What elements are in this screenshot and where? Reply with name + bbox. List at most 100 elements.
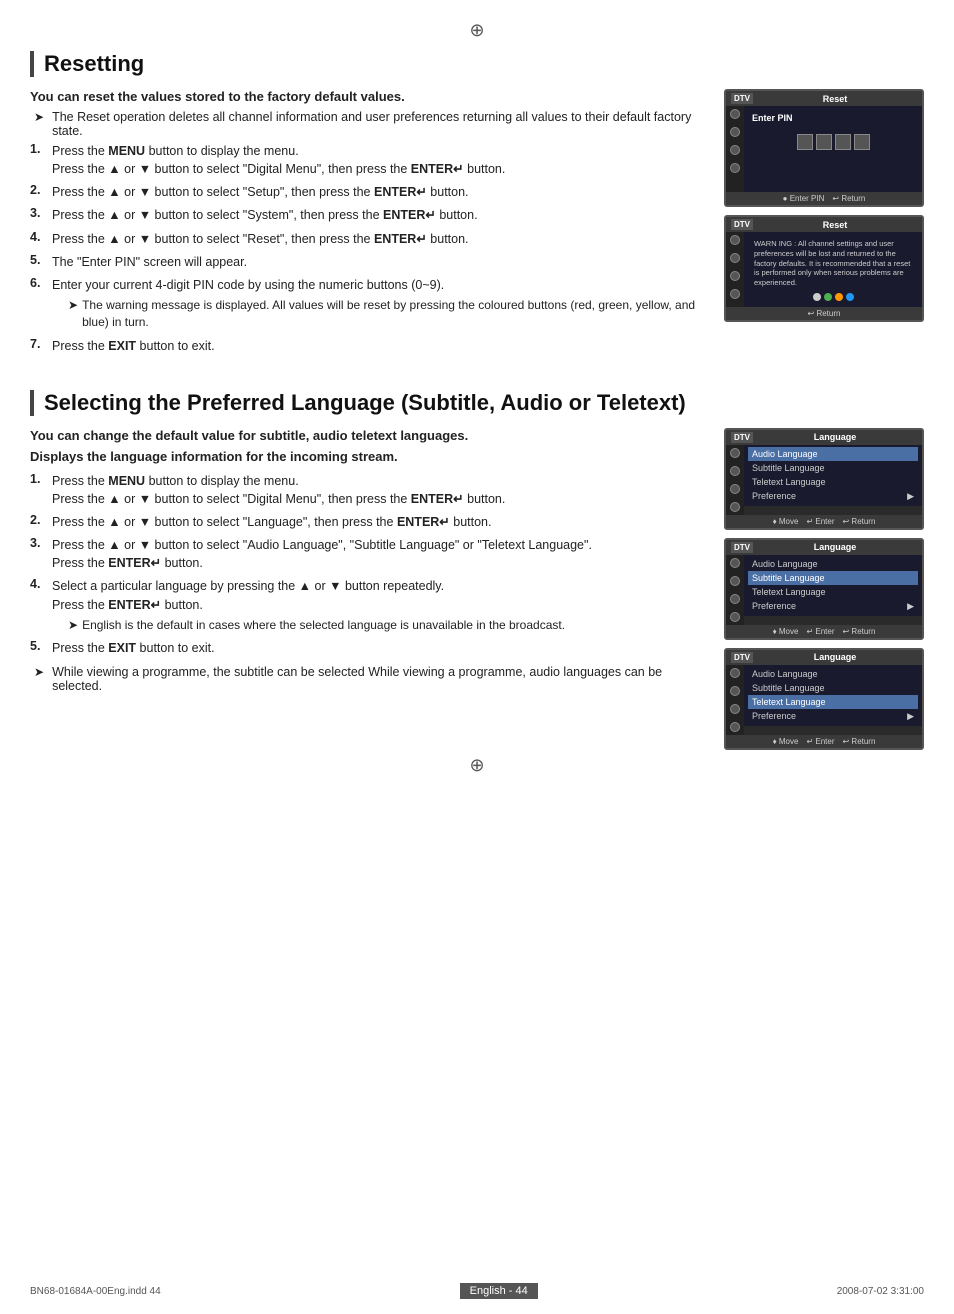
subtitle-lang-label-3: Subtitle Language bbox=[752, 683, 825, 693]
color-btn-green bbox=[824, 293, 832, 301]
arrow-icon-lang4: ➤ bbox=[68, 617, 78, 634]
teletext-lang-label-2: Teletext Language bbox=[752, 587, 826, 597]
lang-screen2-footer: ♦ Move ↵ Enter ↩ Return bbox=[726, 625, 922, 638]
reset-screen2-title: Reset bbox=[753, 220, 917, 230]
lang-screen1-footer: ♦ Move ↵ Enter ↩ Return bbox=[726, 515, 922, 528]
icon-dot-l4 bbox=[730, 502, 740, 512]
icon-dot-7 bbox=[730, 271, 740, 281]
icon-dot-l3 bbox=[730, 484, 740, 494]
language-title: Selecting the Preferred Language (Subtit… bbox=[44, 390, 924, 416]
footer-move-1: ♦ Move bbox=[773, 517, 799, 526]
footer-return-1: ↩ Return bbox=[832, 194, 865, 203]
pref-arrow-3: ▶ bbox=[907, 711, 914, 722]
lang-step-3-text: Press the ▲ or ▼ button to select "Audio… bbox=[52, 536, 704, 572]
icon-dot-6 bbox=[730, 253, 740, 263]
resetting-text-col: You can reset the values stored to the f… bbox=[30, 89, 704, 360]
lang-menu-teletext-3: Teletext Language bbox=[748, 695, 918, 709]
teletext-lang-label-1: Teletext Language bbox=[752, 477, 826, 487]
lang-step-5: 5. Press the EXIT button to exit. bbox=[30, 639, 704, 657]
lang-screen3-title: Language bbox=[753, 652, 917, 662]
color-btn-orange bbox=[835, 293, 843, 301]
icon-dot-l6 bbox=[730, 576, 740, 586]
enter-pin-label: Enter PIN bbox=[750, 110, 916, 126]
lang-screen1-icons bbox=[726, 445, 744, 515]
lang-menu-pref-3: Preference ▶ bbox=[748, 709, 918, 724]
icon-dot-3 bbox=[730, 145, 740, 155]
subtitle-lang-label-2: Subtitle Language bbox=[752, 573, 825, 583]
page-footer: BN68-01684A-00Eng.indd 44 English - 44 2… bbox=[0, 1283, 954, 1299]
lang-menu-audio-3: Audio Language bbox=[748, 667, 918, 681]
reset-screen1-body: Enter PIN bbox=[726, 106, 922, 192]
teletext-lang-label-3: Teletext Language bbox=[752, 697, 826, 707]
step-6-text: Enter your current 4-digit PIN code by u… bbox=[52, 276, 704, 332]
reset-screen1-footer: ● Enter PIN ↩ Return bbox=[726, 192, 922, 205]
audio-lang-label-3: Audio Language bbox=[752, 669, 818, 679]
audio-lang-label-2: Audio Language bbox=[752, 559, 818, 569]
lang-step-2: 2. Press the ▲ or ▼ button to select "La… bbox=[30, 513, 704, 531]
subtitle-lang-label-1: Subtitle Language bbox=[752, 463, 825, 473]
arrow-icon-lang1: ➤ bbox=[34, 665, 44, 693]
lang-menu-subtitle-1: Subtitle Language bbox=[748, 461, 918, 475]
icon-dot-2 bbox=[730, 127, 740, 137]
reset-screen1-content: Enter PIN bbox=[744, 106, 922, 192]
lang-note1: ➤ While viewing a programme, the subtitl… bbox=[30, 665, 704, 693]
language-text-col: You can change the default value for sub… bbox=[30, 428, 704, 750]
step-2: 2. Press the ▲ or ▼ button to select "Se… bbox=[30, 183, 704, 201]
lang-screen2-title: Language bbox=[753, 542, 917, 552]
step-7-text: Press the EXIT button to exit. bbox=[52, 337, 704, 355]
reset-screen2-header: DTV Reset bbox=[726, 217, 922, 232]
step-5: 5. The "Enter PIN" screen will appear. bbox=[30, 253, 704, 271]
lang-screen3-content: Audio Language Subtitle Language Teletex… bbox=[744, 665, 922, 726]
resetting-title: Resetting bbox=[44, 51, 924, 77]
lang-step-1-text: Press the MENU button to display the men… bbox=[52, 472, 704, 508]
resetting-note1-text: The Reset operation deletes all channel … bbox=[52, 110, 704, 138]
arrow-icon-6: ➤ bbox=[68, 297, 78, 332]
lang-screen1-title: Language bbox=[753, 432, 917, 442]
step-6: 6. Enter your current 4-digit PIN code b… bbox=[30, 276, 704, 332]
step-1-num: 1. bbox=[30, 142, 46, 156]
color-btn-blue bbox=[846, 293, 854, 301]
icon-dot-1 bbox=[730, 109, 740, 119]
pin-box-2 bbox=[816, 134, 832, 150]
lang-step-4-text: Select a particular language by pressing… bbox=[52, 577, 704, 634]
footer-ret-1: ↩ Return bbox=[842, 517, 875, 526]
resetting-steps: 1. Press the MENU button to display the … bbox=[30, 142, 704, 355]
reset-screen-1: DTV Reset Enter PIN bbox=[724, 89, 924, 207]
lang-screen3-footer: ♦ Move ↵ Enter ↩ Return bbox=[726, 735, 922, 748]
arrow-icon-1: ➤ bbox=[34, 110, 44, 138]
lang-screen2-icons bbox=[726, 555, 744, 625]
lang-menu-subtitle-3: Subtitle Language bbox=[748, 681, 918, 695]
step-4: 4. Press the ▲ or ▼ button to select "Re… bbox=[30, 230, 704, 248]
footer-enter-1: ↵ Enter bbox=[806, 517, 834, 526]
icon-dot-l1 bbox=[730, 448, 740, 458]
footer-enter-pin: ● Enter PIN bbox=[783, 194, 825, 203]
lang-screen3-icons bbox=[726, 665, 744, 735]
warning-text: WARN ING : All channel settings and user… bbox=[750, 236, 916, 291]
pin-boxes bbox=[750, 134, 916, 150]
language-section-header: Selecting the Preferred Language (Subtit… bbox=[30, 390, 924, 416]
footer-enter-3: ↵ Enter bbox=[806, 737, 834, 746]
icon-dot-8 bbox=[730, 289, 740, 299]
reset-screen2-body: WARN ING : All channel settings and user… bbox=[726, 232, 922, 307]
pin-box-4 bbox=[854, 134, 870, 150]
icon-dot-l2 bbox=[730, 466, 740, 476]
lang-screen1-header: DTV Language bbox=[726, 430, 922, 445]
step-1: 1. Press the MENU button to display the … bbox=[30, 142, 704, 178]
reset-screen2-dtv: DTV bbox=[731, 219, 753, 230]
footer-move-3: ♦ Move bbox=[773, 737, 799, 746]
lang-step-4-subnote-text: English is the default in cases where th… bbox=[82, 617, 565, 634]
lang-screen1-content: Audio Language Subtitle Language Teletex… bbox=[744, 445, 922, 506]
lang-screen2-header: DTV Language bbox=[726, 540, 922, 555]
lang-menu-pref-1: Preference ▶ bbox=[748, 489, 918, 504]
lang-step-4-num: 4. bbox=[30, 577, 46, 591]
step-2-text: Press the ▲ or ▼ button to select "Setup… bbox=[52, 183, 704, 201]
lang-screen1-main: Audio Language Subtitle Language Teletex… bbox=[744, 445, 922, 515]
resetting-screens-col: DTV Reset Enter PIN bbox=[724, 89, 924, 360]
resetting-note1: ➤ The Reset operation deletes all channe… bbox=[30, 110, 704, 138]
footer-return-2: ↩ Return bbox=[808, 309, 841, 318]
icon-dot-l8 bbox=[730, 612, 740, 622]
lang-step-1: 1. Press the MENU button to display the … bbox=[30, 472, 704, 508]
lang-screen2-content: Audio Language Subtitle Language Teletex… bbox=[744, 555, 922, 616]
lang-step-3: 3. Press the ▲ or ▼ button to select "Au… bbox=[30, 536, 704, 572]
lang-step-5-text: Press the EXIT button to exit. bbox=[52, 639, 704, 657]
